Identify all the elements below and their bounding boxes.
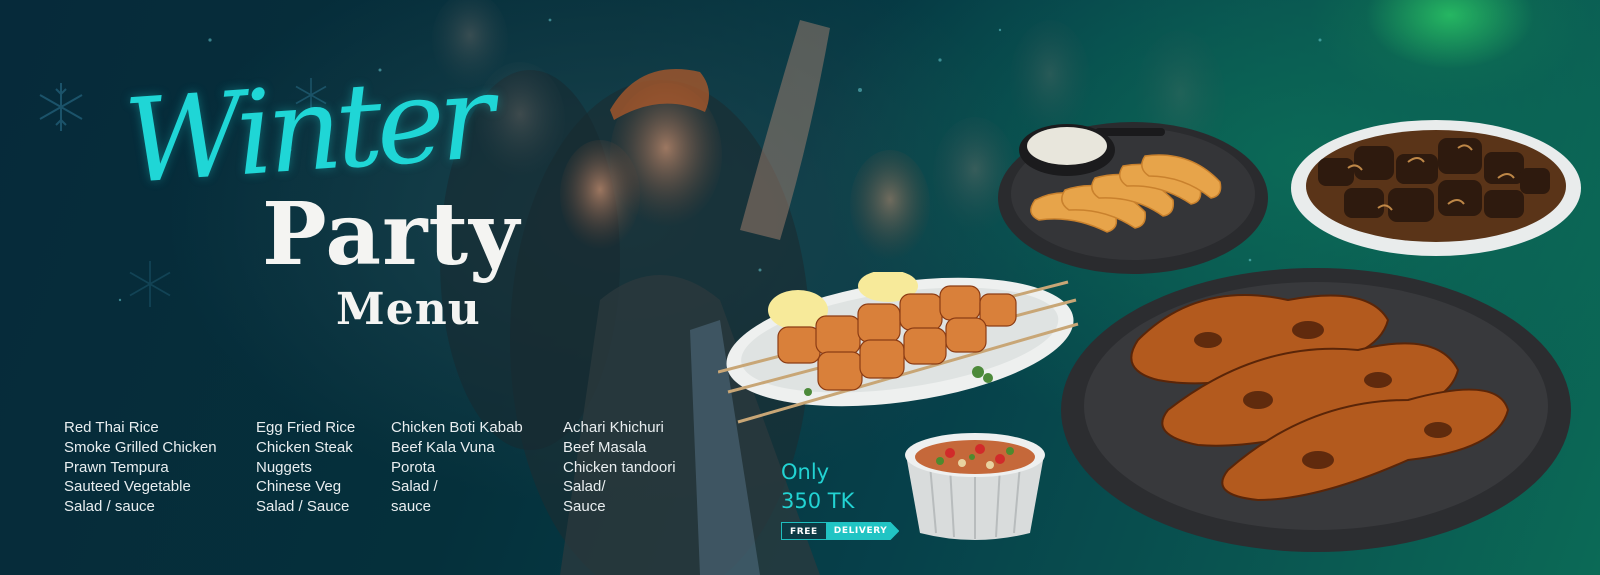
menu-item: Chicken Steak bbox=[256, 438, 353, 456]
menu-column-2: Egg Fried Rice Chicken Steak Nuggets Chi… bbox=[256, 418, 355, 517]
title-menu: Menu bbox=[336, 284, 481, 335]
menu-item: Salad / sauce bbox=[64, 498, 155, 516]
menu-column-1: Red Thai Rice Smoke Grilled Chicken Praw… bbox=[64, 418, 217, 517]
menu-item: Achari Khichuri bbox=[563, 419, 664, 436]
menu-item: Prawn Tempura bbox=[64, 458, 169, 476]
beef-masala-plate bbox=[1291, 120, 1581, 256]
title-party: Party bbox=[262, 184, 521, 285]
price-prefix: Only bbox=[781, 460, 830, 484]
chicken-boti-kabab-plate bbox=[718, 272, 1079, 424]
price-amount: 350 TK bbox=[781, 489, 855, 513]
menu-item: Salad / Sauce bbox=[256, 498, 350, 516]
snowflake-icon bbox=[129, 261, 171, 307]
free-delivery-badge: FREE DELIVERY bbox=[781, 522, 900, 540]
chicken-tandoori-plate bbox=[1061, 268, 1571, 552]
menu-item: Chinese Veg bbox=[256, 478, 342, 496]
menu-item: sauce bbox=[391, 498, 432, 516]
menu-item: Salad / bbox=[391, 478, 438, 496]
winter-party-banner: Winter Party Menu Red Thai Rice Smoke Gr… bbox=[0, 0, 1600, 575]
menu-column-3: Chicken Boti Kabab Beef Kala Vuna Porota… bbox=[391, 418, 523, 517]
menu-item: Chicken tandoori bbox=[563, 458, 676, 476]
menu-item: Beef Kala Vuna bbox=[391, 438, 495, 456]
badge-free-label: FREE bbox=[781, 522, 826, 540]
menu-item: Nuggets bbox=[256, 458, 312, 476]
menu-column-4: Achari Khichuri Beef Masala Chicken tand… bbox=[563, 418, 676, 517]
menu-item: Salad/ bbox=[563, 478, 606, 496]
badge-delivery-label: DELIVERY bbox=[825, 522, 900, 540]
menu-item: Chicken Boti Kabab bbox=[391, 419, 523, 436]
menu-item: Sauteed Vegetable bbox=[64, 478, 191, 496]
salad-bowl bbox=[905, 433, 1045, 540]
menu-item: Sauce bbox=[563, 498, 606, 516]
menu-item: Egg Fried Rice bbox=[256, 419, 356, 436]
menu-item: Beef Masala bbox=[563, 438, 647, 456]
menu-item: Smoke Grilled Chicken bbox=[64, 438, 217, 456]
snowflake-icon bbox=[39, 83, 83, 131]
menu-item: Porota bbox=[391, 458, 436, 476]
menu-item: Red Thai Rice bbox=[64, 419, 159, 436]
